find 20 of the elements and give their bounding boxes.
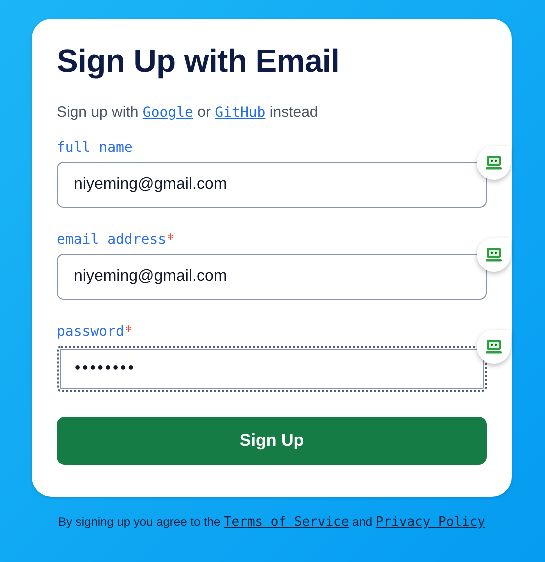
intro-text: Sign up with Google or GitHub instead xyxy=(57,104,320,121)
screen-icon xyxy=(486,156,502,170)
field-label: full name xyxy=(57,140,133,156)
field-label: password* xyxy=(57,324,133,340)
form-title: Sign Up with Email xyxy=(57,43,341,80)
autofill-button[interactable] xyxy=(477,330,511,364)
autofill-button[interactable] xyxy=(477,238,511,272)
sign-up-button[interactable]: Sign Up xyxy=(57,417,487,465)
input-field[interactable]: •••••••• xyxy=(57,346,487,392)
autofill-button[interactable] xyxy=(477,146,511,180)
policy-link[interactable]: Terms of Service xyxy=(224,515,350,530)
policy-link[interactable]: Privacy Policy xyxy=(376,515,486,530)
terms-text: By signing up you agree to the Terms of Service and Privacy Policy xyxy=(58,515,486,530)
input-field[interactable]: niyeming@gmail.com xyxy=(57,254,487,300)
signup-link[interactable]: GitHub xyxy=(215,105,266,121)
screen-icon xyxy=(486,248,502,262)
field-label: email address* xyxy=(57,232,176,248)
screen-icon xyxy=(486,340,502,354)
input-field[interactable]: niyeming@gmail.com xyxy=(57,162,487,208)
signup-link[interactable]: Google xyxy=(142,105,194,121)
